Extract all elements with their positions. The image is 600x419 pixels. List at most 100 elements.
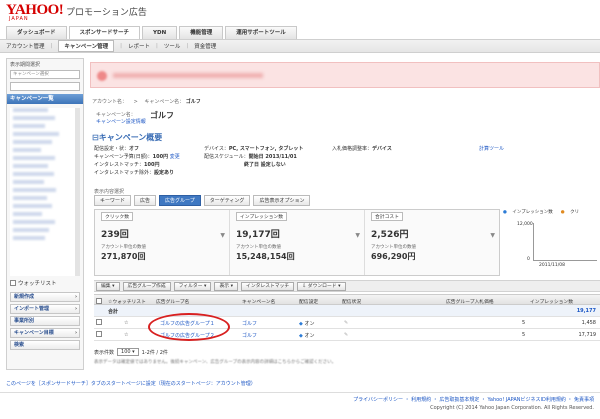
legend-clicks: ● クリ — [560, 210, 580, 215]
sidebar-button-office[interactable]: 事業所別 — [10, 316, 80, 326]
row-checkbox[interactable] — [96, 319, 102, 325]
status-cell[interactable]: ◆ オン — [299, 320, 314, 327]
edit-button[interactable]: 編集 ▾ — [96, 281, 120, 291]
sidebar-button-search[interactable]: 検索 — [10, 340, 80, 350]
campaign-link[interactable]: ゴルフ — [242, 332, 257, 339]
status-dot-icon: ◆ — [299, 321, 303, 327]
list-item[interactable] — [13, 204, 53, 208]
list-item[interactable] — [13, 148, 41, 152]
list-item[interactable] — [13, 188, 57, 192]
watchlist-checkbox[interactable] — [10, 280, 16, 286]
set-start-page-link[interactable]: このページを［スポンサードサーチ］タブのスタートページに設定（現在のスタートペー… — [6, 380, 256, 387]
summary-item: 入札価格調整率：デバイス — [332, 146, 392, 152]
list-item[interactable] — [13, 180, 44, 184]
list-item[interactable] — [13, 236, 46, 240]
sidebar-button-goal[interactable]: キャンペーン目標 › — [10, 328, 80, 338]
col-adgroup[interactable]: 広告グループ名 — [156, 298, 189, 305]
list-item[interactable] — [13, 124, 45, 128]
watch-star-icon[interactable]: ☆ — [124, 320, 128, 326]
tab-feature-management[interactable]: 機能管理 — [179, 26, 224, 39]
tab-sponsored-search[interactable]: スポンサードサーチ — [68, 26, 141, 39]
campaign-name-label: キャンペーン名： — [96, 112, 136, 118]
watch-star-icon[interactable]: ☆ — [124, 332, 128, 338]
stat-sub-label: アカウント単位の数値 — [371, 245, 416, 250]
subnav-funds[interactable]: 資金管理 — [194, 42, 216, 50]
calc-tool-link[interactable]: 計算ツール — [479, 145, 504, 153]
campaign-summary-title[interactable]: ⊟キャンペーン概要 — [92, 132, 162, 143]
select-all-checkbox[interactable] — [96, 298, 102, 304]
stat-label[interactable]: 合計コスト — [371, 212, 403, 221]
list-item[interactable] — [13, 164, 48, 168]
stat-label[interactable]: クリック数 — [101, 212, 133, 221]
stat-value: 239回 — [101, 230, 129, 240]
yahoo-logo[interactable]: YAHOO! — [6, 3, 64, 18]
alert-banner — [90, 62, 600, 88]
list-item[interactable] — [13, 220, 55, 224]
create-adgroup-button[interactable]: 広告グループ作成 — [122, 281, 171, 291]
sidebar-button-new[interactable]: 新規作成 › — [10, 292, 80, 302]
tab-adgroups[interactable]: 広告グループ — [159, 195, 201, 206]
watchlist-toggle[interactable]: ウォッチリスト — [7, 276, 83, 290]
per-page-select[interactable]: 100 ▾ — [117, 348, 139, 356]
footer-divider — [0, 392, 600, 393]
list-item[interactable] — [13, 196, 47, 200]
campaign-list[interactable] — [10, 108, 80, 276]
campaign-list-scrollbar[interactable] — [75, 108, 80, 276]
sidebar-button-label: インポート管理 — [14, 306, 50, 312]
tab-targeting[interactable]: ターゲティング — [203, 195, 251, 206]
stat-label[interactable]: インプレッション数 — [236, 212, 288, 221]
campaign-select[interactable]: キャンペーン選択 — [10, 70, 80, 79]
list-item[interactable] — [13, 132, 59, 136]
sidebar-search-input[interactable] — [10, 82, 80, 91]
tab-support-tools[interactable]: 運用サポートツール — [225, 26, 297, 39]
display-button[interactable]: 表示 ▾ — [214, 281, 239, 291]
legend-impressions: ● インプレッション数 — [503, 210, 553, 215]
summary-item: 配信設定・状：オフ — [94, 146, 140, 152]
stat-sub-value: 15,248,154回 — [236, 252, 295, 261]
tab-dashboard[interactable]: ダッシュボード — [6, 26, 67, 39]
col-state[interactable]: 配信状況 — [342, 298, 361, 305]
list-item[interactable] — [13, 228, 50, 232]
campaign-link[interactable]: ゴルフ — [242, 320, 257, 327]
stat-sub-label: アカウント単位の数値 — [101, 245, 146, 250]
tab-ads[interactable]: 広告 — [134, 195, 157, 206]
col-status[interactable]: 配信設定 — [299, 298, 318, 305]
tab-ad-extensions[interactable]: 広告表示オプション — [253, 195, 311, 206]
bid-cell[interactable]: 5 — [522, 320, 525, 326]
subnav-tools[interactable]: ツール — [164, 42, 181, 50]
list-item[interactable] — [13, 116, 55, 120]
list-item[interactable] — [13, 108, 48, 112]
subnav-campaign[interactable]: キャンペーン管理 — [58, 40, 115, 52]
table-toolbar: 編集 ▾ 広告グループ作成 フィルター ▾ 表示 ▾ インタレストマッチ ⇩ ダ… — [94, 280, 600, 292]
bid-cell[interactable]: 5 — [522, 332, 525, 338]
filter-button[interactable]: フィルター ▾ — [173, 281, 212, 291]
list-item[interactable] — [13, 156, 55, 160]
col-watchlist[interactable]: ☆ウォッチリスト — [108, 298, 146, 305]
subnav-account[interactable]: アカウント管理 — [6, 42, 45, 50]
row-checkbox[interactable] — [96, 331, 102, 337]
list-item[interactable] — [13, 212, 43, 216]
list-item[interactable] — [13, 172, 54, 176]
interest-match-button[interactable]: インタレストマッチ — [241, 281, 295, 291]
chevron-down-icon[interactable]: ▼ — [355, 232, 360, 239]
tab-keywords[interactable]: キーワード — [94, 195, 132, 206]
chevron-down-icon[interactable]: ▼ — [490, 232, 495, 239]
subnav-report[interactable]: レポート — [128, 42, 150, 50]
col-impressions[interactable]: インプレッション数 — [530, 298, 573, 305]
breadcrumb-campaign[interactable]: キャンペーン名： — [144, 99, 184, 105]
summary-item: インタレストマッチ除外：設定あり — [94, 170, 175, 176]
list-item[interactable] — [13, 140, 52, 144]
chevron-down-icon[interactable]: ▼ — [220, 232, 225, 239]
subnav-separator: | — [186, 43, 189, 49]
col-campaign[interactable]: キャンペーン名 — [242, 298, 275, 305]
status-cell[interactable]: ◆ オン — [299, 332, 314, 339]
breadcrumb-account[interactable]: アカウント名： — [92, 99, 127, 105]
budget-change-link[interactable]: 変更 — [170, 154, 180, 160]
col-bid[interactable]: 広告グループ入札価格 — [446, 298, 494, 305]
campaign-settings-link[interactable]: キャンペーン設定情報 — [96, 118, 146, 125]
sidebar-button-import[interactable]: インポート管理 › — [10, 304, 80, 314]
tab-ydn[interactable]: YDN — [142, 26, 178, 39]
download-button[interactable]: ⇩ ダウンロード ▾ — [297, 281, 346, 291]
footer-links[interactable]: プライバシーポリシー ・ 利用規約 ・ 広告取扱基本規定 ・ Yahoo! JA… — [353, 396, 594, 403]
collapse-icon[interactable]: ⊟ — [92, 133, 99, 142]
